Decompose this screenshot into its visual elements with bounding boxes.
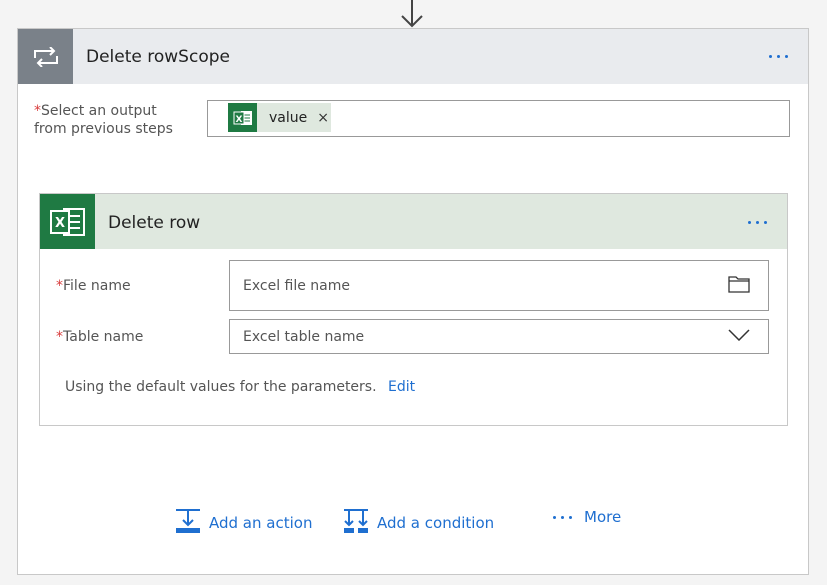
select-output-input[interactable]: X value × (207, 100, 790, 137)
scope-title: Delete rowScope (86, 47, 230, 67)
delete-row-title: Delete row (108, 213, 201, 233)
scope-card: Delete rowScope *Select an output from p… (17, 28, 809, 575)
select-output-label: *Select an output from previous steps (34, 103, 173, 137)
more-dots-icon (553, 515, 572, 519)
excel-icon: X (40, 194, 95, 249)
add-condition-icon (343, 508, 369, 538)
scope-more-options-icon[interactable] (769, 55, 788, 58)
default-values-hint: Using the default values for the paramet… (65, 379, 416, 395)
file-name-label: *File name (56, 278, 131, 294)
table-name-dropdown[interactable]: Excel table name (229, 319, 769, 354)
chevron-down-icon[interactable] (728, 328, 750, 345)
connector-arrow-icon (397, 0, 427, 30)
table-name-label: *Table name (56, 329, 144, 345)
add-action-icon (175, 508, 201, 538)
svg-text:X: X (54, 216, 64, 231)
scope-header[interactable]: Delete rowScope (18, 29, 808, 84)
file-name-input[interactable]: Excel file name (229, 260, 769, 311)
edit-link[interactable]: Edit (388, 379, 415, 395)
excel-icon: X (228, 103, 257, 132)
token-remove-icon[interactable]: × (317, 110, 329, 126)
value-token[interactable]: X value × (228, 103, 331, 132)
add-action-button[interactable]: Add an action (175, 508, 312, 538)
more-button[interactable]: More (553, 508, 621, 526)
loop-icon (18, 29, 73, 84)
svg-text:X: X (235, 115, 242, 125)
add-condition-button[interactable]: Add a condition (343, 508, 494, 538)
delete-row-header[interactable]: X Delete row (40, 194, 787, 249)
delete-row-more-options-icon[interactable] (748, 221, 767, 224)
delete-row-card: X Delete row *File name Excel file name … (39, 193, 788, 426)
token-label: value (269, 109, 308, 126)
folder-icon[interactable] (728, 275, 750, 297)
